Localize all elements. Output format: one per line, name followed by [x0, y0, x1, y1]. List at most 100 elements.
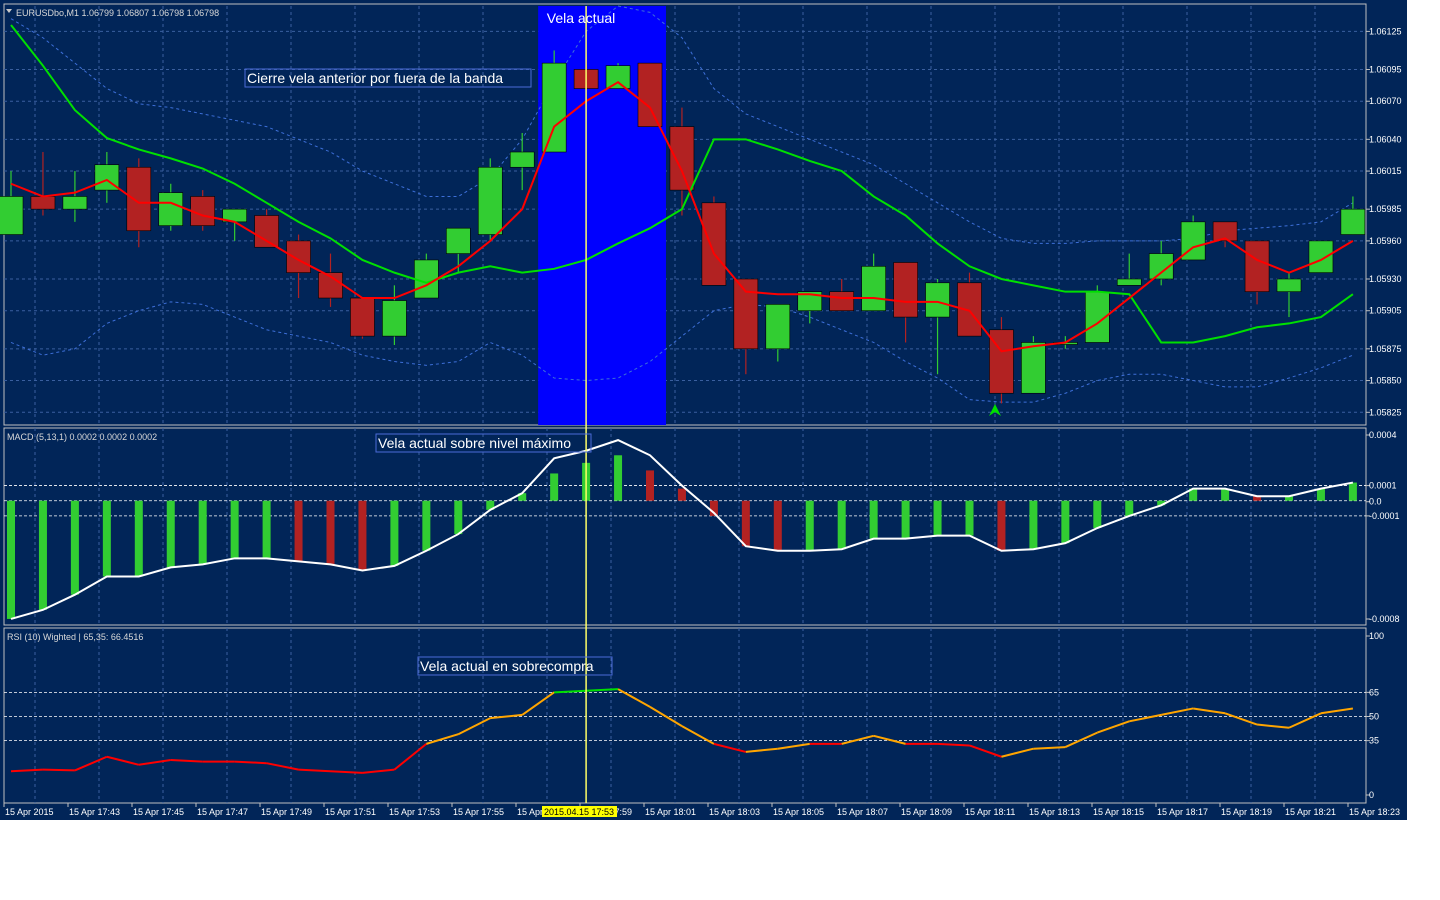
rsi-line-segment	[681, 725, 715, 745]
macd-histogram-bar	[773, 500, 782, 551]
price-tick-label: 1.06070	[1369, 96, 1402, 106]
macd-histogram-bar	[1061, 500, 1070, 544]
trading-terminal: 1.06125 1.06095 1.06070 1.06040 1.06015 1.059…	[0, 0, 1407, 820]
rsi-line-segment	[1320, 707, 1354, 715]
candle-bear	[1244, 240, 1270, 292]
rsi-line-segment	[1033, 746, 1066, 750]
symbol-header: EURUSDbo,M1 1.06799 1.06807 1.06798 1.06…	[6, 8, 219, 18]
rsi-tick-label: 65	[1369, 687, 1379, 697]
candle-bear	[957, 282, 982, 337]
macd-header: MACD (5,13,1) 0.0002 0.0002 0.0002	[7, 432, 157, 442]
macd-histogram-bar	[614, 455, 623, 501]
candle-bull	[0, 196, 24, 235]
macd-histogram-bar	[550, 473, 559, 501]
time-tick-label: 15 Apr 17:51	[325, 807, 376, 817]
macd-histogram-bar	[262, 500, 271, 559]
macd-histogram-bar	[1125, 500, 1134, 516]
rsi-line-segment	[74, 755, 108, 772]
annotation-rsi-overbought: Vela actual en sobrecompra	[417, 656, 613, 676]
candle-bull	[158, 192, 184, 226]
macd-tick-label: -0.0008	[1369, 614, 1400, 624]
candle-bear	[254, 215, 279, 248]
price-tick-label: 1.05985	[1369, 204, 1402, 214]
annotation-current-candle-text: Vela actual	[547, 10, 616, 26]
candle-bull	[62, 196, 88, 210]
candle-bear	[669, 126, 695, 191]
time-cursor-label: 2015.04.15 17:53	[542, 806, 617, 817]
macd-histogram-bar	[358, 500, 367, 571]
rsi-line-segment	[713, 742, 747, 753]
rsi-line-segment	[745, 747, 778, 753]
time-tick-label: 15 Apr 17:47	[197, 807, 248, 817]
time-tick-label: 15 Apr 18:15	[1093, 807, 1144, 817]
rsi-tick-label: 100	[1369, 631, 1384, 641]
rsi-line-segment	[969, 744, 1002, 758]
macd-histogram-bar	[1093, 500, 1102, 529]
macd-histogram-bar	[901, 500, 910, 539]
macd-histogram-bar	[38, 500, 47, 610]
candle-bull	[605, 65, 631, 89]
lower-band-line	[10, 301, 1354, 403]
macd-histogram-bar	[1221, 488, 1230, 501]
price-tick-label: 1.05825	[1369, 407, 1402, 417]
time-tick-label: 15 Apr 17:45	[133, 807, 184, 817]
chart-canvas[interactable]: 1.06125 1.06095 1.06070 1.06040 1.06015 1.059…	[0, 0, 1407, 820]
candle-bear	[637, 62, 663, 127]
price-tick-label: 1.05960	[1369, 236, 1402, 246]
rsi-line-segment	[10, 768, 44, 773]
time-tick-label: 15 Apr 18:01	[645, 807, 696, 817]
macd-histogram-bar	[1348, 482, 1357, 501]
candle-bear	[893, 262, 918, 318]
macd-histogram-bar	[422, 500, 431, 551]
candle-bull	[765, 304, 791, 350]
macd-histogram-bar	[997, 500, 1006, 551]
rsi-line-segment	[586, 688, 619, 692]
macd-signal-line	[10, 439, 1354, 620]
rsi-line-segment	[777, 742, 810, 750]
price-tick-label: 1.06040	[1369, 134, 1402, 144]
time-tick-label: 15 Apr 18:21	[1285, 807, 1336, 817]
rsi-line-segment	[266, 762, 299, 771]
macd-histogram-bar	[454, 500, 463, 535]
price-tick-label: 1.05930	[1369, 274, 1402, 284]
candle-bear	[733, 278, 759, 350]
time-tick-label: 15 Apr 17:43	[69, 807, 120, 817]
rsi-line-segment	[1224, 712, 1258, 726]
candle-bear	[286, 240, 311, 273]
rsi-line-segment	[1256, 723, 1290, 729]
time-tick-label: 15 Apr 17:55	[453, 807, 504, 817]
candle-bear	[30, 196, 56, 210]
candle-bear	[829, 291, 855, 312]
rsi-tick-label: 35	[1369, 736, 1379, 746]
candle-bull	[861, 265, 886, 312]
rsi-line-segment	[106, 755, 140, 766]
rsi-line-segment	[138, 758, 171, 766]
annotation-current-candle: Vela actual	[547, 10, 616, 26]
macd-histogram-bar	[965, 500, 974, 536]
rsi-line-segment	[1193, 707, 1226, 715]
rsi-line-segment	[1161, 707, 1194, 716]
rsi-line-segment	[873, 734, 906, 745]
annotation-rsi-overbought-text: Vela actual en sobrecompra	[420, 658, 594, 674]
time-tick-label: 15 Apr 17:53	[389, 807, 440, 817]
time-tick-label: 15 Apr 18:09	[901, 807, 952, 817]
candle-bull	[1308, 240, 1334, 273]
candle-bull	[541, 62, 567, 153]
candle-bull	[925, 282, 950, 318]
macd-histogram-bar	[805, 500, 814, 551]
candle-bull	[509, 151, 535, 168]
macd-histogram-bar	[70, 500, 79, 595]
rsi-header: RSI (10) Wighted | 65,35: 66.4516	[7, 632, 143, 642]
macd-histogram-bar	[1029, 500, 1038, 550]
macd-histogram-bar	[741, 500, 750, 547]
macd-tick-label: 0.0004	[1369, 430, 1397, 440]
rsi-line-segment	[1288, 712, 1322, 729]
macd-histogram-bar	[390, 500, 399, 566]
macd-histogram-bar	[326, 500, 335, 565]
collapse-triangle-icon[interactable]	[6, 9, 12, 13]
rsi-line-segment	[457, 717, 491, 736]
macd-tick-label: 0.0	[1369, 497, 1382, 507]
rsi-line-segment	[298, 768, 331, 773]
price-tick-label: 1.06015	[1369, 166, 1402, 176]
candle-bull	[1276, 278, 1302, 292]
